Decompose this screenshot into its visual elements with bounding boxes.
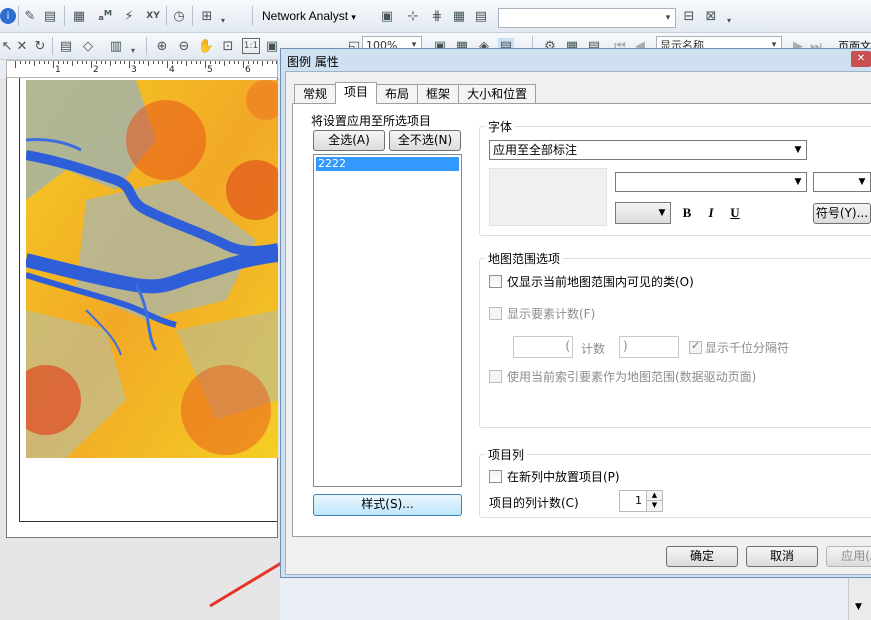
chevron-down-icon: ▼ [794, 177, 802, 187]
column-count-label: 项目的列计数(C) [489, 496, 579, 510]
tab-layout[interactable]: 布局 [376, 84, 419, 104]
columns-group-label: 项目列 [485, 446, 528, 463]
dialog-title: 图例 属性 [287, 55, 339, 69]
map-extent-group-label: 地图范围选项 [485, 250, 564, 267]
spin-up-icon[interactable]: ▲ [646, 491, 662, 501]
style-button[interactable]: 样式(S)... [313, 494, 462, 516]
count-prefix-input[interactable]: ( [513, 336, 573, 358]
font-group-label: 字体 [485, 118, 516, 135]
tab-general[interactable]: 常规 [294, 84, 337, 104]
items-panel: 将设置应用至所选项目 全选(A) 全不选(N) 2222 样式(S)... 字体… [292, 103, 871, 537]
scroll-down-icon[interactable]: ▼ [855, 602, 862, 612]
spin-down-icon[interactable]: ▼ [646, 501, 662, 511]
show-count-label: 显示要素计数(F) [507, 307, 596, 321]
apply-button[interactable]: 应用(A) [826, 546, 871, 567]
underline-button[interactable]: U [727, 205, 743, 221]
thousands-separator-checkbox[interactable] [689, 339, 702, 354]
thousands-separator-label: 显示千位分隔符 [705, 341, 790, 355]
select-all-button[interactable]: 全选(A) [313, 130, 385, 151]
new-column-checkbox[interactable] [489, 470, 502, 483]
font-name-select[interactable]: ▼ [615, 172, 807, 192]
only-visible-checkbox[interactable] [489, 275, 502, 288]
legend-items-list[interactable]: 2222 [313, 154, 462, 487]
new-column-label: 在新列中放置项目(P) [507, 470, 620, 484]
dialog-close-button[interactable]: ✕ [851, 51, 871, 67]
count-label: 计数 [581, 342, 606, 356]
chevron-down-icon: ▼ [794, 145, 802, 155]
bold-button[interactable]: B [679, 205, 695, 221]
dialog-body: 常规 项目 布局 框架 大小和位置 将设置应用至所选项目 全选(A) 全不选(N… [285, 71, 871, 575]
chevron-down-icon: ▼ [658, 208, 666, 218]
italic-button[interactable]: I [703, 205, 719, 221]
select-none-button[interactable]: 全不选(N) [389, 130, 461, 151]
legend-properties-dialog: 图例 属性 ✕ 常规 项目 布局 框架 大小和位置 将设置应用至所选项目 全选(… [280, 48, 871, 578]
font-color-select[interactable]: ▼ [615, 202, 671, 224]
cancel-button[interactable]: 取消 [746, 546, 818, 567]
chevron-down-icon: ▼ [858, 177, 866, 187]
tab-strip: 常规 项目 布局 框架 大小和位置 [294, 82, 537, 104]
font-preview-box [489, 168, 607, 226]
use-index-checkbox[interactable] [489, 370, 502, 383]
only-visible-label: 仅显示当前地图范围内可见的类(O) [507, 275, 694, 289]
count-suffix-input[interactable]: ) [619, 336, 679, 358]
show-count-checkbox[interactable] [489, 307, 502, 320]
tab-items[interactable]: 项目 [335, 82, 378, 104]
apply-to-label: 将设置应用至所选项目 [311, 114, 432, 128]
symbol-button[interactable]: 符号(Y)... [813, 203, 871, 224]
font-apply-select[interactable]: 应用至全部标注 ▼ [489, 140, 807, 160]
tab-size-position[interactable]: 大小和位置 [458, 84, 537, 104]
font-size-select[interactable]: ▼ [813, 172, 871, 192]
column-count-input[interactable]: 1 ▲ ▼ [619, 490, 663, 512]
list-item[interactable]: 2222 [316, 157, 459, 171]
use-index-label: 使用当前索引要素作为地图范围(数据驱动页面) [507, 370, 757, 384]
tab-frame[interactable]: 框架 [417, 84, 460, 104]
ok-button[interactable]: 确定 [666, 546, 738, 567]
